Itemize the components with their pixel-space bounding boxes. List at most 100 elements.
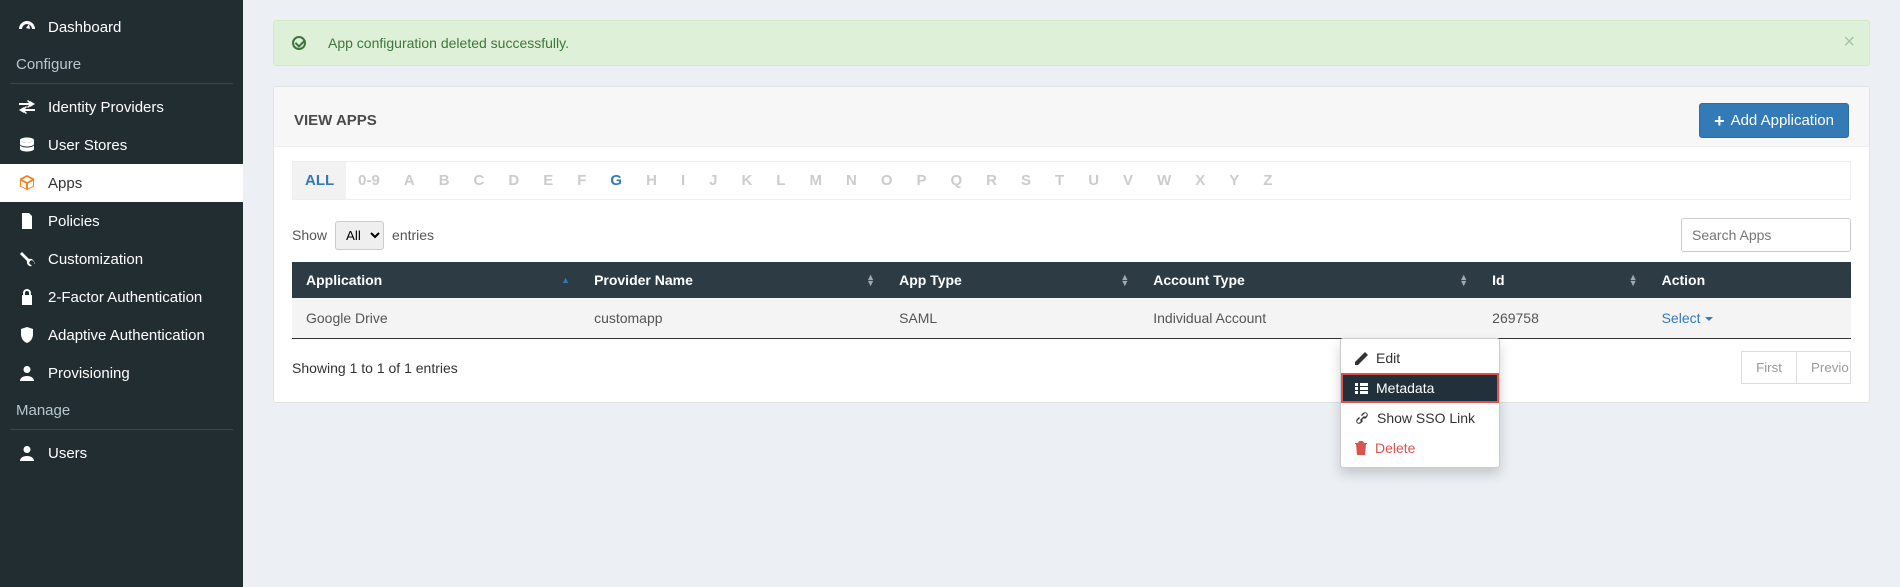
alpha-filter-E[interactable]: E (531, 162, 565, 199)
dropdown-delete[interactable]: Delete (1341, 433, 1499, 463)
apps-table: Application ▲ Provider Name ▲▼ App Type … (292, 262, 1851, 339)
link-icon (1355, 411, 1369, 425)
sidebar-item-policies[interactable]: Policies (0, 202, 243, 240)
check-circle-icon (292, 36, 306, 50)
alpha-filter-Q[interactable]: Q (939, 162, 975, 199)
sidebar-item-label: Policies (48, 213, 100, 230)
alpha-filter-I[interactable]: I (669, 162, 697, 199)
sidebar-item-label: Users (48, 445, 87, 462)
action-dropdown: Edit Metadata Show SSO Link Delete (1340, 338, 1500, 468)
pager-first[interactable]: First (1741, 351, 1797, 384)
alpha-filter-X[interactable]: X (1183, 162, 1217, 199)
sort-icon: ▲▼ (866, 274, 875, 286)
swap-icon (16, 98, 38, 116)
alpha-filter-ALL[interactable]: ALL (293, 162, 346, 199)
entries-control: Show All entries (292, 221, 434, 250)
alpha-filter-L[interactable]: L (764, 162, 797, 199)
col-apptype[interactable]: App Type ▲▼ (885, 262, 1139, 298)
alpha-filter-P[interactable]: P (904, 162, 938, 199)
col-action: Action (1648, 262, 1851, 298)
alpha-filter-N[interactable]: N (834, 162, 869, 199)
sidebar-item-label: Adaptive Authentication (48, 327, 205, 344)
main-content: App configuration deleted successfully. … (243, 0, 1900, 587)
panel-title: VIEW APPS (294, 112, 377, 129)
search-apps-input[interactable] (1681, 218, 1851, 252)
alpha-filter-H[interactable]: H (634, 162, 669, 199)
alpha-filter-C[interactable]: C (462, 162, 497, 199)
user-icon (16, 364, 38, 382)
col-application[interactable]: Application ▲ (292, 262, 580, 298)
add-application-button[interactable]: + Add Application (1699, 103, 1849, 138)
apps-panel: VIEW APPS + Add Application ALL0-9ABCDEF… (273, 86, 1870, 403)
sort-icon: ▲▼ (1629, 274, 1638, 286)
alpha-filter-G[interactable]: G (598, 162, 634, 199)
sidebar-item-apps[interactable]: Apps (0, 164, 243, 202)
sidebar-item-label: Provisioning (48, 365, 130, 382)
alpha-filter-D[interactable]: D (496, 162, 531, 199)
cell-provider: customapp (580, 298, 885, 339)
add-button-label: Add Application (1731, 112, 1834, 129)
cube-icon (16, 174, 38, 192)
col-account[interactable]: Account Type ▲▼ (1139, 262, 1478, 298)
sidebar-item-dashboard[interactable]: Dashboard (0, 8, 243, 46)
sidebar-heading-manage: Manage (0, 392, 243, 425)
document-icon (16, 212, 38, 230)
alpha-filter-Z[interactable]: Z (1251, 162, 1284, 199)
sidebar-item-user-stores[interactable]: User Stores (0, 126, 243, 164)
pagination: First Previo (1741, 351, 1851, 384)
col-provider[interactable]: Provider Name ▲▼ (580, 262, 885, 298)
success-alert: App configuration deleted successfully. … (273, 20, 1870, 66)
alpha-filter-M[interactable]: M (797, 162, 834, 199)
sidebar-heading-configure: Configure (0, 46, 243, 79)
entries-label: entries (392, 227, 434, 243)
lock-icon (16, 288, 38, 306)
alpha-filter-W[interactable]: W (1145, 162, 1183, 199)
alpha-filter-F[interactable]: F (565, 162, 598, 199)
cell-application: Google Drive (292, 298, 580, 339)
alpha-filter: ALL0-9ABCDEFGHIJKLMNOPQRSTUVWXYZ (292, 161, 1851, 200)
alpha-filter-K[interactable]: K (729, 162, 764, 199)
alpha-filter-V[interactable]: V (1111, 162, 1145, 199)
trash-icon (1355, 441, 1367, 455)
show-label: Show (292, 227, 327, 243)
dropdown-metadata[interactable]: Metadata (1341, 373, 1499, 403)
panel-header: VIEW APPS + Add Application (274, 87, 1869, 147)
sidebar-item-label: Dashboard (48, 19, 121, 36)
caret-down-icon (1705, 317, 1713, 321)
sidebar-item-customization[interactable]: Customization (0, 240, 243, 278)
plus-icon: + (1714, 114, 1725, 128)
alpha-filter-0-9[interactable]: 0-9 (346, 162, 392, 199)
cell-action: Select (1648, 298, 1851, 339)
sidebar-item-2fa[interactable]: 2-Factor Authentication (0, 278, 243, 316)
alpha-filter-A[interactable]: A (392, 162, 427, 199)
alpha-filter-T[interactable]: T (1043, 162, 1076, 199)
sort-icon: ▲ (561, 277, 570, 283)
alpha-filter-U[interactable]: U (1076, 162, 1111, 199)
alpha-filter-Y[interactable]: Y (1217, 162, 1251, 199)
alpha-filter-S[interactable]: S (1009, 162, 1043, 199)
wrench-icon (16, 250, 38, 268)
database-icon (16, 136, 38, 154)
dropdown-show-sso[interactable]: Show SSO Link (1341, 403, 1499, 433)
sidebar-item-label: User Stores (48, 137, 127, 154)
alert-close-button[interactable]: × (1843, 31, 1855, 54)
alpha-filter-R[interactable]: R (974, 162, 1009, 199)
sidebar-item-identity-providers[interactable]: Identity Providers (0, 88, 243, 126)
alpha-filter-B[interactable]: B (427, 162, 462, 199)
sidebar-item-adaptive-auth[interactable]: Adaptive Authentication (0, 316, 243, 354)
user-icon (16, 444, 38, 462)
sidebar-item-provisioning[interactable]: Provisioning (0, 354, 243, 392)
table-row: Google Drive customapp SAML Individual A… (292, 298, 1851, 339)
sort-icon: ▲▼ (1120, 274, 1129, 286)
entries-select[interactable]: All (335, 221, 384, 250)
pager-previous[interactable]: Previo (1797, 351, 1851, 384)
cell-id: 269758 (1478, 298, 1647, 339)
sidebar-item-users[interactable]: Users (0, 434, 243, 472)
action-select-toggle[interactable]: Select (1662, 310, 1713, 326)
list-icon (1355, 383, 1368, 394)
alpha-filter-J[interactable]: J (697, 162, 729, 199)
cell-apptype: SAML (885, 298, 1139, 339)
dropdown-edit[interactable]: Edit (1341, 343, 1499, 373)
col-id[interactable]: Id ▲▼ (1478, 262, 1647, 298)
alpha-filter-O[interactable]: O (869, 162, 905, 199)
